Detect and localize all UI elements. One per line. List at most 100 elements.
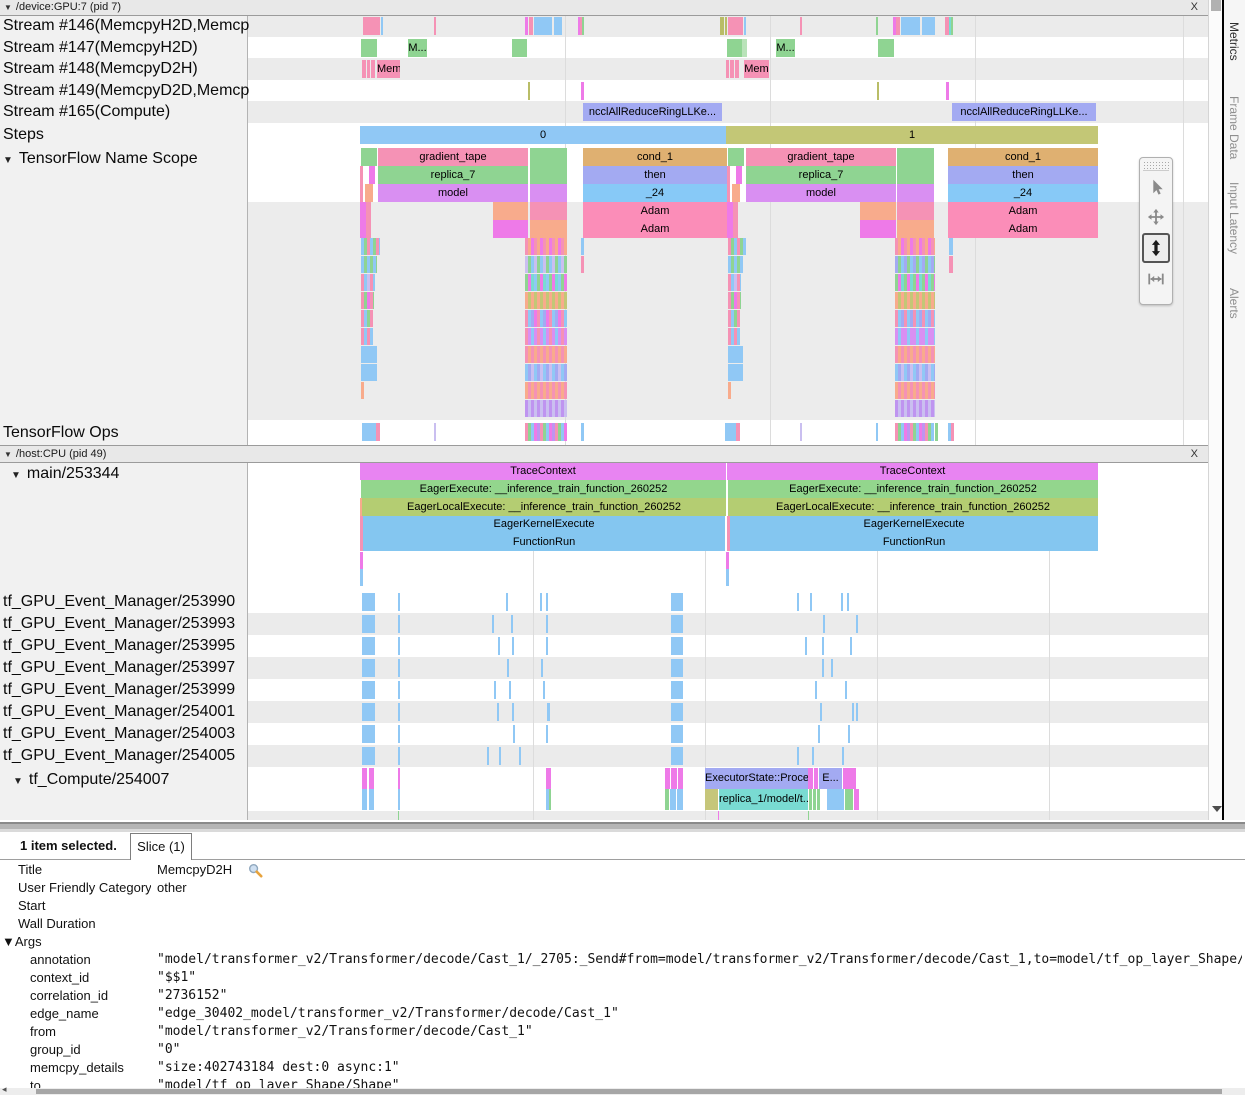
trace-tick[interactable] — [728, 274, 741, 291]
trace-tick[interactable] — [546, 637, 548, 655]
trace-slice[interactable]: EagerExecute: __inference_train_function… — [361, 480, 726, 498]
trace-tick[interactable] — [540, 593, 542, 611]
trace-slice[interactable]: EagerKernelExecute — [730, 516, 1098, 533]
trace-tick[interactable] — [815, 681, 817, 699]
trace-tick[interactable] — [856, 615, 858, 633]
trace-tick[interactable] — [525, 310, 567, 327]
trace-slice[interactable]: Mem — [377, 60, 400, 78]
trace-tick[interactable] — [671, 747, 683, 765]
trace-tick[interactable] — [365, 184, 373, 202]
trace-tick[interactable] — [494, 681, 496, 699]
collapse-arrow-icon[interactable]: ▼ — [11, 470, 21, 481]
trace-slice[interactable]: ncclAllReduceRingLLKe... — [952, 103, 1096, 121]
trace-slice[interactable]: gradient_tape — [746, 148, 896, 166]
trace-tick[interactable] — [728, 17, 743, 35]
trace-tick[interactable] — [895, 292, 935, 309]
track-label-main[interactable]: ▼main/253344 — [0, 461, 257, 487]
trace-slice[interactable]: Adam — [583, 202, 727, 220]
trace-tick[interactable] — [845, 789, 853, 810]
trace-slice[interactable]: ExecutorState::Process — [705, 768, 808, 789]
trace-tick[interactable] — [581, 82, 584, 100]
trace-tick[interactable] — [398, 725, 400, 743]
trace-tick[interactable] — [512, 637, 514, 655]
trace-slice[interactable]: EagerLocalExecute: __inference_train_fun… — [362, 498, 726, 516]
trace-tick[interactable] — [506, 593, 508, 611]
trace-tick[interactable] — [843, 768, 856, 789]
trace-tick[interactable] — [546, 768, 551, 789]
trace-tick[interactable] — [671, 703, 683, 721]
side-tab-alerts[interactable]: Alerts — [1227, 288, 1241, 319]
trace-slice[interactable]: _24 — [583, 184, 727, 202]
trace-tick[interactable] — [949, 238, 953, 255]
trace-tick[interactable] — [361, 364, 377, 381]
trace-tick[interactable] — [360, 569, 363, 586]
side-tab-metrics[interactable]: Metrics — [1227, 22, 1241, 61]
trace-tick[interactable] — [896, 17, 900, 35]
trace-tick[interactable] — [814, 768, 818, 789]
trace-tick[interactable] — [398, 768, 400, 789]
trace-tick[interactable] — [509, 681, 511, 699]
trace-tick[interactable] — [581, 256, 584, 273]
trace-tick[interactable] — [809, 789, 812, 810]
pan-tool-button[interactable] — [1143, 203, 1169, 231]
trace-tick[interactable] — [546, 615, 548, 633]
trace-slice[interactable]: E... — [819, 768, 842, 789]
trace-tick[interactable] — [512, 39, 527, 57]
trace-tick[interactable] — [671, 725, 683, 743]
trace-tick[interactable] — [525, 292, 567, 309]
trace-tick[interactable] — [362, 615, 375, 633]
trace-slice[interactable]: cond_1 — [583, 148, 727, 166]
trace-tick[interactable] — [369, 789, 374, 810]
trace-slice[interactable]: FunctionRun — [730, 533, 1098, 551]
trace-tick[interactable] — [525, 238, 567, 255]
trace-tick[interactable] — [841, 593, 843, 611]
trace-tick[interactable] — [498, 637, 500, 655]
trace-tick[interactable] — [362, 681, 375, 699]
trace-tick[interactable] — [895, 274, 935, 291]
trace-tick[interactable] — [728, 292, 741, 309]
trace-tick[interactable] — [822, 659, 824, 677]
trace-tick[interactable] — [726, 552, 729, 569]
trace-tick[interactable] — [951, 423, 954, 441]
side-tab-frame-data[interactable]: Frame Data — [1227, 96, 1241, 159]
trace-slice[interactable]: Adam — [948, 202, 1098, 220]
trace-tick[interactable] — [895, 382, 935, 399]
trace-tick[interactable] — [530, 184, 567, 202]
trace-tick[interactable] — [727, 39, 742, 57]
trace-slice[interactable]: replica_1/model/t... — [719, 789, 808, 810]
trace-tick[interactable] — [361, 274, 375, 291]
trace-tick[interactable] — [525, 400, 567, 417]
trace-tick[interactable] — [525, 17, 528, 35]
trace-tick[interactable] — [728, 256, 743, 273]
trace-tick[interactable] — [546, 593, 548, 611]
trace-tick[interactable] — [497, 703, 499, 721]
trace-tick[interactable] — [525, 382, 567, 399]
trace-tick[interactable] — [493, 220, 528, 238]
trace-tick[interactable] — [362, 789, 367, 810]
trace-tick[interactable] — [813, 789, 816, 810]
trace-tick[interactable] — [398, 615, 400, 633]
trace-tick[interactable] — [720, 17, 724, 35]
trace-tick[interactable] — [895, 238, 935, 255]
trace-tick[interactable] — [581, 423, 584, 441]
trace-tick[interactable] — [519, 747, 521, 765]
horizontal-scrollbar[interactable]: ◂ — [0, 1088, 1245, 1095]
trace-tick[interactable] — [549, 789, 551, 810]
trace-tick[interactable] — [922, 17, 935, 35]
trace-tick[interactable] — [507, 659, 509, 677]
trace-tick[interactable] — [897, 202, 934, 220]
trace-tick[interactable] — [665, 789, 669, 810]
trace-tick[interactable] — [718, 811, 719, 820]
trace-tick[interactable] — [742, 39, 747, 57]
trace-slice[interactable]: model — [746, 184, 896, 202]
trace-tick[interactable] — [367, 60, 370, 78]
trace-tick[interactable] — [534, 17, 552, 35]
vertical-zoom-tool-button[interactable] — [1142, 233, 1170, 263]
trace-tick[interactable] — [362, 423, 376, 441]
trace-tick[interactable] — [369, 166, 375, 184]
trace-tick[interactable] — [671, 637, 683, 655]
trace-tick[interactable] — [797, 593, 799, 611]
trace-tick[interactable] — [398, 789, 400, 810]
trace-slice[interactable]: TraceContext — [360, 462, 726, 480]
trace-tick[interactable] — [878, 39, 894, 57]
